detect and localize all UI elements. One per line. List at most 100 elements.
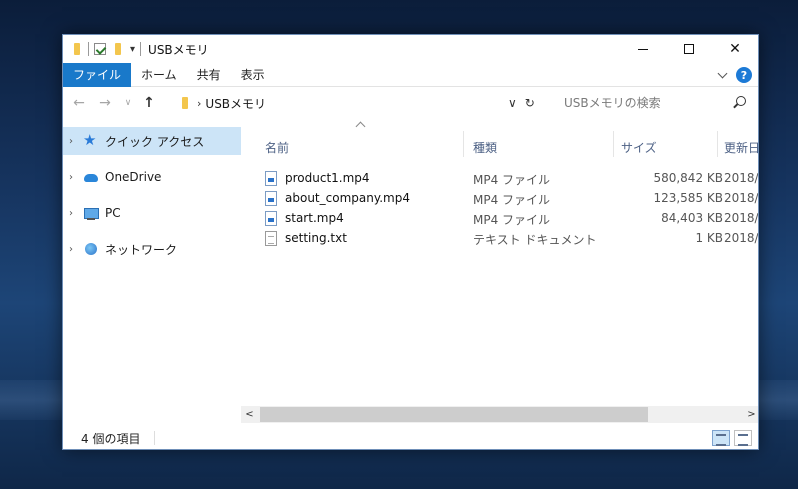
video-file-icon bbox=[265, 171, 277, 186]
column-header-name[interactable]: 名前 bbox=[265, 139, 289, 156]
file-name: start.mp4 bbox=[285, 211, 344, 225]
file-name: about_company.mp4 bbox=[285, 191, 410, 205]
status-bar: 4 個の項目 bbox=[63, 425, 758, 449]
toolbar-divider bbox=[88, 42, 89, 56]
scrollbar-thumb[interactable] bbox=[260, 407, 648, 422]
file-date: 2018/ bbox=[724, 211, 759, 225]
column-header-date[interactable]: 更新日 bbox=[724, 139, 758, 156]
search-box[interactable] bbox=[558, 92, 750, 114]
sidebar-item-network[interactable]: › ネットワーク bbox=[63, 235, 241, 263]
properties-icon[interactable] bbox=[94, 43, 106, 55]
help-icon[interactable]: ? bbox=[736, 67, 752, 83]
search-input[interactable] bbox=[564, 96, 724, 110]
navigation-bar: ← → ∨ ↑ › USBメモリ ∨ ↻ bbox=[63, 87, 758, 119]
table-row[interactable]: start.mp4 MP4 ファイル 84,403 KB 2018/ bbox=[241, 209, 759, 229]
file-name: setting.txt bbox=[285, 231, 347, 245]
sidebar-item-quick-access[interactable]: › クイック アクセス bbox=[63, 127, 241, 155]
video-file-icon bbox=[265, 211, 277, 226]
file-size: 1 KB bbox=[695, 231, 723, 245]
file-size: 580,842 KB bbox=[653, 171, 723, 185]
column-header-row: 名前 種類 サイズ 更新日 bbox=[241, 119, 758, 159]
column-header-type[interactable]: 種類 bbox=[473, 139, 497, 156]
address-tools: ∨ ↻ bbox=[508, 91, 535, 115]
column-header-size[interactable]: サイズ bbox=[621, 139, 657, 156]
toolbar-divider bbox=[140, 42, 142, 56]
tab-file[interactable]: ファイル bbox=[63, 62, 132, 87]
table-row[interactable]: about_company.mp4 MP4 ファイル 123,585 KB 20… bbox=[241, 189, 759, 209]
file-type: テキスト ドキュメント bbox=[473, 233, 597, 247]
recent-locations-button[interactable]: ∨ bbox=[121, 91, 135, 115]
file-explorer-window: ▾ USBメモリ ✕ ファイル ホーム 共有 表示 ? ← → ∨ ↑ › US… bbox=[62, 34, 759, 450]
file-type: MP4 ファイル bbox=[473, 193, 551, 207]
sidebar-item-label: OneDrive bbox=[105, 170, 162, 184]
sidebar-item-label: PC bbox=[105, 206, 121, 220]
column-divider[interactable] bbox=[717, 131, 718, 157]
expand-chevron-icon[interactable]: › bbox=[69, 244, 83, 255]
expand-chevron-icon[interactable]: › bbox=[69, 136, 83, 147]
network-icon bbox=[83, 241, 99, 257]
status-divider bbox=[154, 431, 156, 445]
maximize-button[interactable] bbox=[666, 35, 712, 63]
large-icons-view-button[interactable] bbox=[734, 430, 752, 446]
sort-ascending-icon bbox=[355, 121, 366, 132]
new-folder-icon[interactable] bbox=[112, 43, 124, 55]
video-file-icon bbox=[265, 191, 277, 206]
title-bar[interactable]: ▾ USBメモリ ✕ bbox=[63, 35, 758, 63]
expand-chevron-icon[interactable]: › bbox=[69, 172, 83, 183]
file-type: MP4 ファイル bbox=[473, 173, 551, 187]
breadcrumb-usb[interactable]: USBメモリ bbox=[205, 95, 266, 112]
sidebar-item-label: ネットワーク bbox=[105, 242, 178, 257]
minimize-icon bbox=[638, 48, 648, 50]
ribbon-tab-bar: ファイル ホーム 共有 表示 ? bbox=[63, 62, 758, 87]
expand-ribbon-chevron-icon[interactable] bbox=[717, 68, 728, 78]
cloud-icon bbox=[83, 169, 99, 185]
close-icon: ✕ bbox=[729, 41, 741, 57]
tab-share[interactable]: 共有 bbox=[187, 63, 231, 87]
customize-toolbar-chevron-icon[interactable]: ▾ bbox=[130, 44, 135, 55]
sidebar-item-label: クイック アクセス bbox=[105, 134, 205, 149]
address-dropdown-button[interactable]: ∨ bbox=[508, 96, 517, 110]
pc-icon bbox=[83, 205, 99, 221]
column-divider[interactable] bbox=[463, 131, 464, 157]
file-date: 2018/ bbox=[724, 191, 759, 205]
file-list: 名前 種類 サイズ 更新日 product1.mp4 MP4 ファイル 580,… bbox=[241, 119, 759, 425]
tab-view[interactable]: 表示 bbox=[231, 63, 275, 87]
refresh-button[interactable]: ↻ bbox=[525, 96, 535, 110]
window-title: USBメモリ bbox=[148, 42, 209, 57]
maximize-icon bbox=[684, 44, 694, 54]
drive-folder-icon bbox=[179, 97, 191, 109]
details-view-button[interactable] bbox=[712, 430, 730, 446]
sidebar-item-pc[interactable]: › PC bbox=[63, 199, 241, 227]
navigation-pane: › クイック アクセス › OneDrive › PC › ネットワーク bbox=[63, 119, 241, 425]
back-button[interactable]: ← bbox=[69, 91, 89, 115]
view-switcher bbox=[712, 430, 752, 446]
breadcrumb-separator[interactable]: › bbox=[197, 97, 201, 110]
scroll-left-button[interactable]: < bbox=[241, 406, 258, 423]
file-date: 2018/ bbox=[724, 171, 759, 185]
column-divider[interactable] bbox=[613, 131, 614, 157]
up-button[interactable]: ↑ bbox=[139, 91, 159, 115]
scroll-right-button[interactable]: > bbox=[743, 406, 758, 423]
file-date: 2018/ bbox=[724, 231, 759, 245]
table-row[interactable]: setting.txt テキスト ドキュメント 1 KB 2018/ bbox=[241, 229, 759, 249]
expand-chevron-icon[interactable]: › bbox=[69, 208, 83, 219]
sidebar-item-onedrive[interactable]: › OneDrive bbox=[63, 163, 241, 191]
file-name: product1.mp4 bbox=[285, 171, 370, 185]
item-count: 4 個の項目 bbox=[81, 431, 141, 446]
text-file-icon bbox=[265, 231, 277, 246]
ribbon-right-controls: ? bbox=[717, 63, 752, 87]
file-size: 84,403 KB bbox=[661, 211, 723, 225]
file-size: 123,585 KB bbox=[653, 191, 723, 205]
file-type: MP4 ファイル bbox=[473, 213, 551, 227]
search-icon[interactable] bbox=[736, 96, 746, 106]
forward-button[interactable]: → bbox=[95, 91, 115, 115]
close-button[interactable]: ✕ bbox=[712, 35, 758, 63]
horizontal-scrollbar[interactable]: < > bbox=[241, 406, 758, 423]
star-icon bbox=[83, 131, 99, 149]
folder-icon bbox=[71, 43, 83, 55]
address-bar[interactable]: › USBメモリ bbox=[179, 91, 504, 115]
window-controls: ✕ bbox=[620, 35, 758, 63]
minimize-button[interactable] bbox=[620, 35, 666, 63]
tab-home[interactable]: ホーム bbox=[131, 63, 187, 87]
table-row[interactable]: product1.mp4 MP4 ファイル 580,842 KB 2018/ bbox=[241, 169, 759, 189]
